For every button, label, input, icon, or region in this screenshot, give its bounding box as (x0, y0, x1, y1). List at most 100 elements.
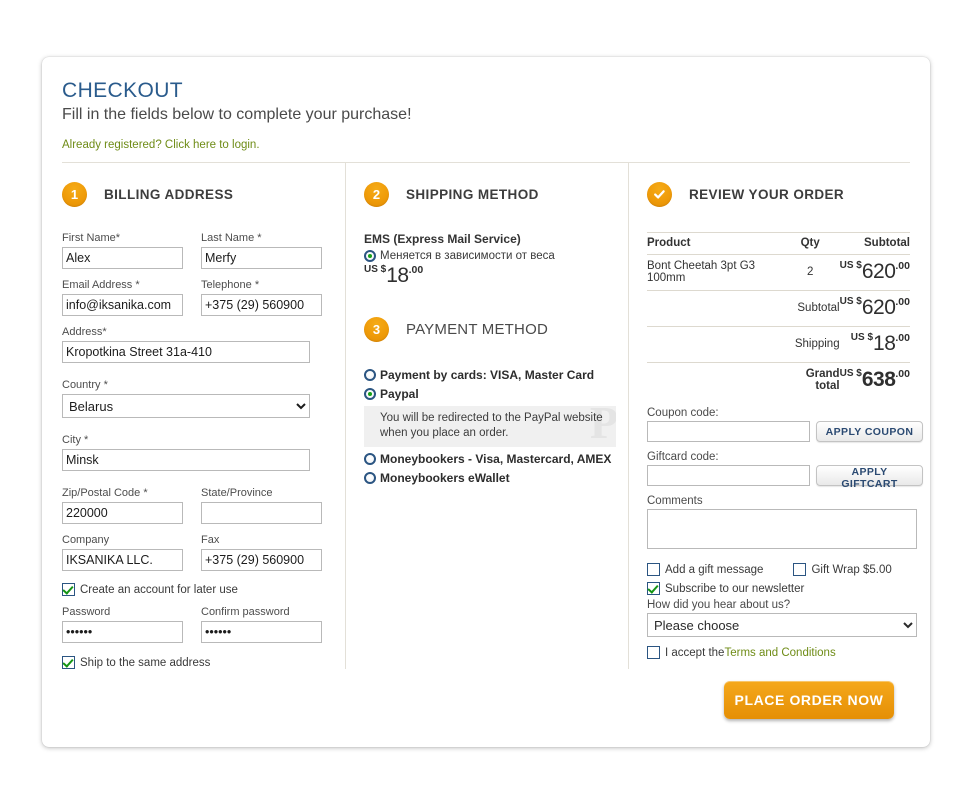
country-select[interactable]: Belarus (62, 394, 310, 418)
address-input[interactable] (62, 341, 310, 363)
shipping-option-label: Меняется в зависимости от веса (380, 250, 555, 262)
subtotal-int: 620 (861, 296, 896, 319)
city-input[interactable] (62, 449, 310, 471)
giftcard-input[interactable] (647, 465, 810, 486)
password-row: Password Confirm password (62, 606, 327, 643)
product-qty: 2 (780, 254, 840, 291)
payment-option-row[interactable]: Moneybookers eWallet (364, 471, 614, 485)
email-label: Email Address * (62, 279, 140, 291)
review-column: REVIEW YOUR ORDER Product Qty Subtotal B… (628, 163, 923, 719)
place-order-footer: PLACE ORDER NOW (647, 659, 910, 719)
hear-about-select[interactable]: Please choose (647, 613, 917, 637)
step-badge-1: 1 (62, 181, 87, 207)
password-input[interactable] (62, 621, 183, 643)
confirm-password-input[interactable] (201, 621, 322, 643)
subtotal-value: US $620.00 (839, 290, 910, 327)
gift-wrap-row[interactable]: Gift Wrap $5.00 (793, 563, 892, 576)
billing-column: 1 BILLING ADDRESS First Name* Last Name … (62, 163, 345, 669)
shipping-total-int: 18 (873, 332, 896, 355)
subtotal-dec: .00 (895, 296, 910, 308)
email-input[interactable] (62, 294, 183, 316)
state-input[interactable] (201, 502, 322, 524)
country-label: Country * (62, 379, 108, 391)
giftcard-row: APPLY GIFTCART (647, 465, 923, 490)
check-icon (647, 181, 672, 207)
checkout-columns: 1 BILLING ADDRESS First Name* Last Name … (62, 163, 923, 719)
payment-option-label: Paypal (380, 387, 419, 401)
create-account-checkbox[interactable] (62, 583, 75, 596)
gift-wrap-checkbox[interactable] (793, 563, 807, 576)
product-name: Bont Cheetah 3pt G3 100mm (647, 254, 781, 291)
coupon-label: Coupon code: (647, 407, 719, 419)
grand-total-currency: US $ (839, 368, 862, 379)
fax-input[interactable] (201, 549, 322, 571)
zip-input[interactable] (62, 502, 183, 524)
apply-coupon-button[interactable]: APPLY COUPON (816, 421, 923, 442)
shipping-step-header: 2 SHIPPING METHOD (364, 181, 614, 207)
payment-option-row[interactable]: Moneybookers - Visa, Mastercard, AMEX (364, 452, 614, 466)
password-label: Password (62, 606, 111, 618)
col-product: Product (647, 232, 781, 255)
payment-step-title: PAYMENT METHOD (406, 320, 548, 338)
ship-same-row[interactable]: Ship to the same address (62, 656, 327, 669)
shipping-price-int: 18 (386, 264, 409, 287)
hear-about-label: How did you hear about us? (647, 599, 791, 611)
telephone-label: Telephone * (201, 279, 260, 291)
payment-option-row[interactable]: Payment by cards: VISA, Master Card (364, 368, 614, 382)
comments-label: Comments (647, 495, 703, 507)
login-link[interactable]: Already registered? Click here to login. (62, 139, 260, 151)
telephone-input[interactable] (201, 294, 322, 316)
apply-giftcard-button[interactable]: APPLY GIFTCART (816, 465, 923, 490)
address-row: Address* (62, 326, 327, 363)
place-order-button[interactable]: PLACE ORDER NOW (724, 681, 894, 719)
create-account-row[interactable]: Create an account for later use (62, 583, 327, 596)
table-row-shipping: Shipping US $18.00 (647, 326, 910, 363)
last-name-input[interactable] (201, 247, 322, 269)
fax-label: Fax (201, 534, 220, 546)
ship-same-checkbox[interactable] (62, 656, 75, 669)
giftcard-label: Giftcard code: (647, 451, 719, 463)
gift-message-row[interactable]: Add a gift message (647, 563, 763, 576)
last-name-label: Last Name * (201, 232, 262, 244)
company-label: Company (62, 534, 110, 546)
newsletter-checkbox[interactable] (647, 582, 660, 595)
product-subtotal: US $620.00 (839, 254, 910, 291)
order-summary-table: Product Qty Subtotal Bont Cheetah 3pt G3… (647, 232, 910, 398)
payment-option-row[interactable]: Paypal (364, 387, 614, 401)
shipping-total-label: Shipping (780, 326, 840, 363)
coupon-input[interactable] (647, 421, 810, 442)
payment-option-radio[interactable] (364, 369, 376, 381)
payment-option-label: Moneybookers eWallet (380, 471, 510, 485)
checkout-page: CHECKOUT Fill in the fields below to com… (0, 0, 972, 812)
terms-row[interactable]: I accept the Terms and Conditions (647, 646, 910, 659)
payment-option-radio[interactable] (364, 453, 376, 465)
comments-textarea[interactable] (647, 509, 917, 549)
terms-link[interactable]: Terms and Conditions (724, 647, 835, 659)
first-name-input[interactable] (62, 247, 183, 269)
shipping-total-value: US $18.00 (839, 326, 910, 363)
gift-wrap-label: Gift Wrap $5.00 (811, 563, 892, 576)
shipping-option-row[interactable]: Меняется в зависимости от веса (364, 250, 614, 262)
gift-message-checkbox[interactable] (647, 563, 660, 576)
newsletter-row[interactable]: Subscribe to our newsletter (647, 582, 910, 595)
terms-checkbox[interactable] (647, 646, 660, 659)
shipping-option-radio[interactable] (364, 250, 376, 262)
shipping-carrier: EMS (Express Mail Service) (364, 232, 521, 246)
paypal-note-text: You will be redirected to the PayPal web… (380, 412, 603, 439)
review-step-title: REVIEW YOUR ORDER (689, 186, 845, 202)
gift-options-row: Add a gift message Gift Wrap $5.00 (647, 563, 910, 576)
page-subtitle: Fill in the fields below to complete you… (62, 106, 412, 123)
grand-total-value: US $638.00 (840, 363, 910, 399)
company-input[interactable] (62, 549, 183, 571)
table-row: Bont Cheetah 3pt G3 100mm 2 US $620.00 (647, 254, 910, 291)
newsletter-label: Subscribe to our newsletter (665, 582, 805, 595)
create-account-label: Create an account for later use (80, 583, 238, 596)
payment-option-radio[interactable] (364, 472, 376, 484)
billing-step-header: 1 BILLING ADDRESS (62, 181, 327, 207)
payment-option-radio[interactable] (364, 388, 376, 400)
step-badge-2: 2 (364, 181, 389, 207)
shipping-total-dec: .00 (895, 332, 910, 344)
shipping-payment-column: 2 SHIPPING METHOD EMS (Express Mail Serv… (345, 163, 628, 669)
first-name-label: First Name* (62, 232, 121, 244)
shipping-price: US $18.00 (364, 264, 614, 288)
